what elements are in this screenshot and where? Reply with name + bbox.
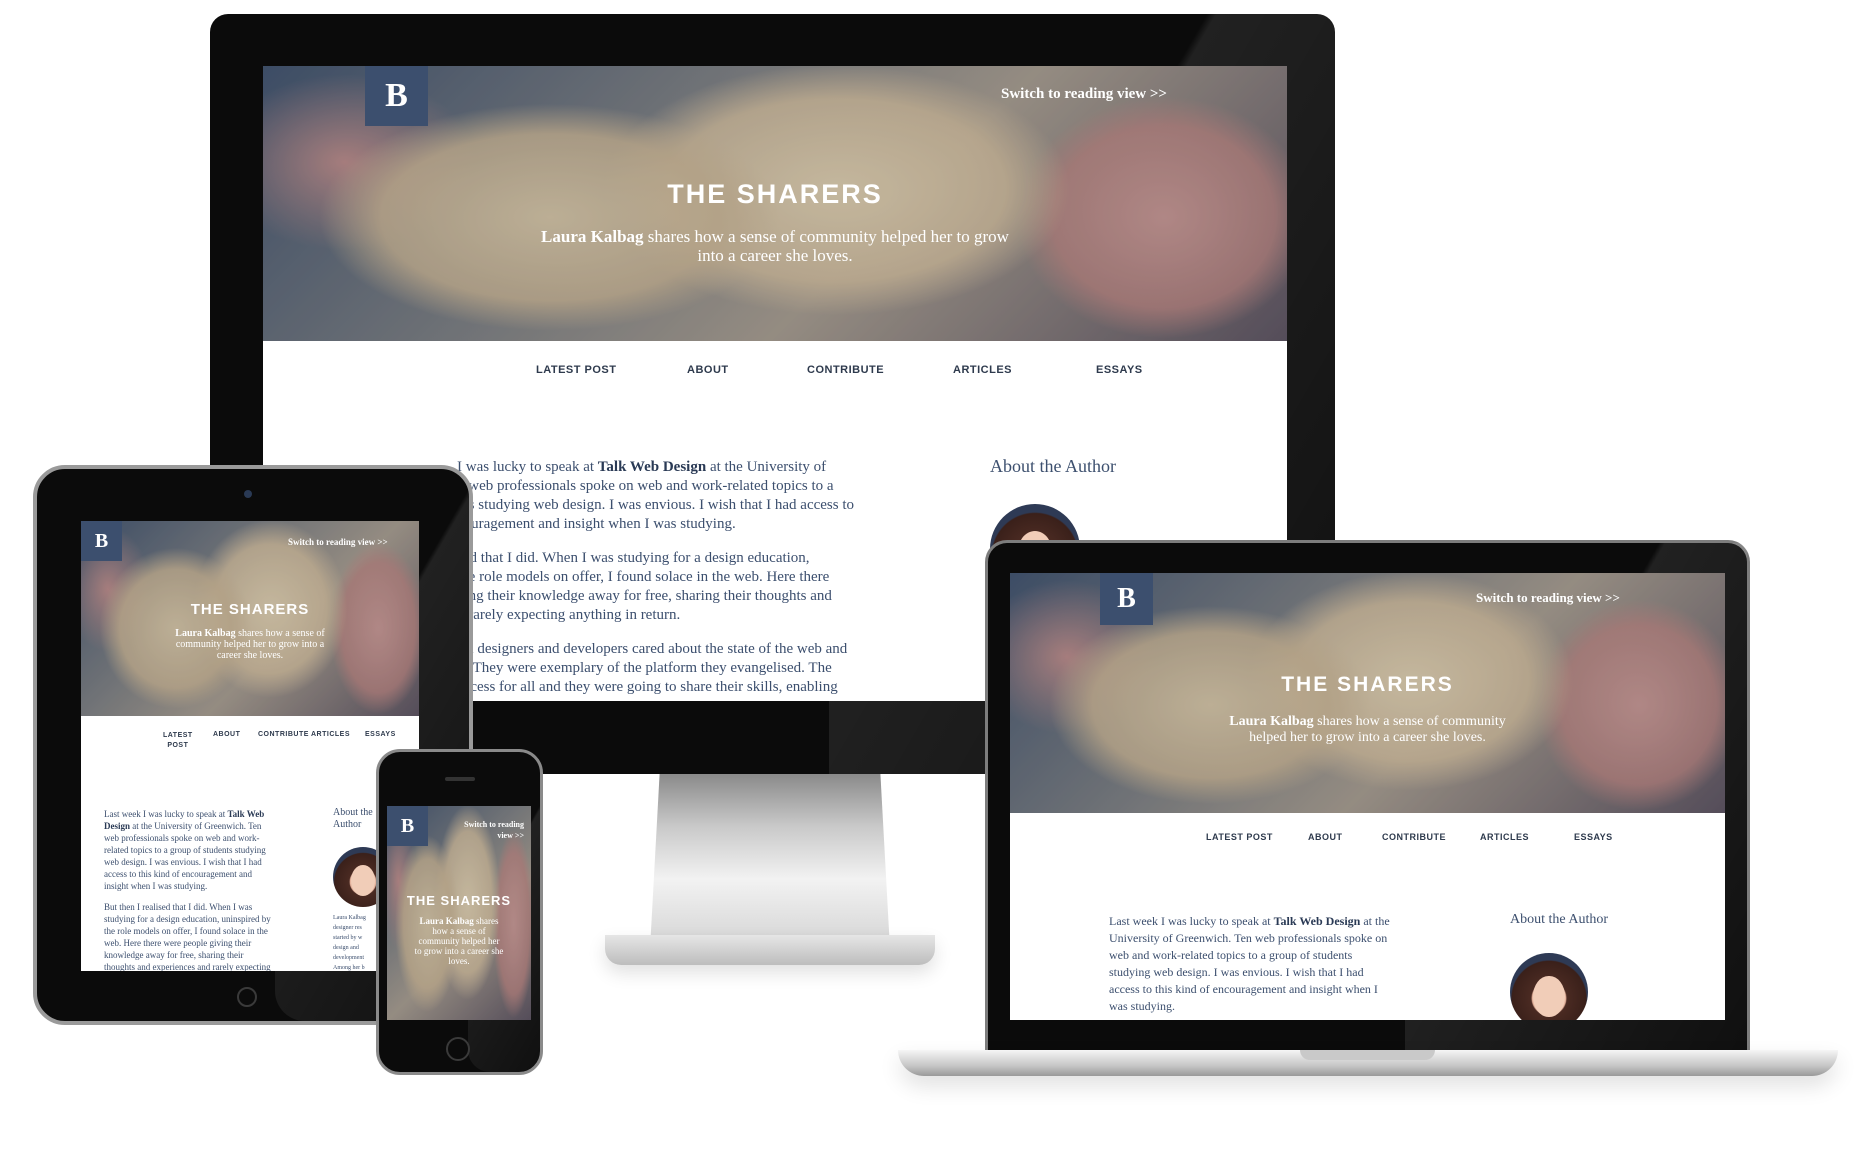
tablet-reading-view[interactable]: Switch to reading view >> — [288, 537, 388, 547]
hero-subtitle: Laura Kalbag shares how a sense of commu… — [541, 227, 1009, 265]
tablet-screen: B Switch to reading view >> THE SHARERS … — [81, 521, 419, 971]
article-line: the role models on offer, I found solace… — [457, 569, 830, 585]
site-logo[interactable]: B — [365, 66, 428, 126]
tablet-nav-essays[interactable]: ESSAYS — [365, 731, 396, 738]
article-line: the role models on offer, I found solace… — [104, 926, 268, 936]
hero-banner: B Switch to reading view >> THE SHARERS … — [263, 66, 1287, 341]
phone-hero: B Switch to reading view >> THE SHARERS L… — [387, 806, 531, 1020]
article-line: related topics to a group of students st… — [104, 845, 266, 855]
article-line — [457, 625, 1057, 640]
imac-stand-neck — [650, 774, 890, 949]
article-line: it. They were exemplary of the platform … — [457, 660, 832, 676]
talk-web-design-link[interactable]: Talk Web Design — [598, 459, 706, 475]
article-line: thoughts and experiences and rarely expe… — [104, 962, 271, 971]
article-line: web professionals spoke on web and work- — [104, 833, 260, 843]
article-line: web and work-related topics to a group o… — [1109, 948, 1353, 962]
article-line: Last week I was lucky to speak at Talk W… — [104, 809, 265, 819]
laptop-nav-about[interactable]: ABOUT — [1308, 832, 1343, 842]
nav-essays[interactable]: ESSAYS — [1096, 364, 1143, 376]
article-line: University of Greenwich. Ten web profess… — [1109, 931, 1388, 945]
article-line: Last week I was lucky to speak at Talk W… — [1109, 914, 1390, 928]
laptop-notch — [1300, 1050, 1435, 1060]
site-title: THE SHARERS — [667, 179, 883, 209]
article-line: couragement and insight when I was study… — [457, 516, 736, 532]
article-line: d rarely expecting anything in return. — [457, 607, 681, 623]
article-line: nts studying web design. I was envious. … — [457, 497, 855, 513]
laptop-about-heading: About the Author — [1510, 912, 1608, 927]
phone-title: THE SHARERS — [406, 893, 512, 908]
laptop-screen: B Switch to reading view >> THE SHARERS … — [1010, 573, 1725, 1020]
nav-about[interactable]: ABOUT — [687, 364, 729, 376]
laptop-nav-contribute[interactable]: CONTRIBUTE — [1382, 832, 1446, 842]
article-line: studying for a design education, uninspi… — [104, 914, 271, 924]
article-line: sed that I did. When I was studying for … — [457, 550, 810, 566]
phone-subtitle: Laura Kalbag shares how a sense of commu… — [414, 916, 504, 966]
laptop-title: THE SHARERS — [1281, 673, 1454, 696]
laptop-avatar — [1510, 953, 1588, 1020]
article-line: ving their knowledge away for free, shar… — [457, 588, 832, 604]
article-line: access to this kind of encouragement and — [104, 869, 252, 879]
article-line: was studying. — [1109, 999, 1175, 1013]
laptop-reading-view[interactable]: Switch to reading view >> — [1476, 590, 1620, 606]
phone-logo[interactable]: B — [387, 806, 428, 846]
nav-articles[interactable]: ARTICLES — [953, 364, 1012, 376]
talk-web-design-link[interactable]: Talk Web — [227, 809, 264, 819]
nav-latest-post[interactable]: LATEST POST — [536, 364, 616, 376]
tablet-nav-latest[interactable]: LATEST POST — [163, 731, 193, 751]
talk-web-design-link[interactable]: Design — [104, 821, 130, 831]
tablet-home-button[interactable] — [237, 987, 257, 1007]
article-line: studying web design. I was envious. I wi… — [1109, 965, 1364, 979]
article-line: I was lucky to speak at Talk Web Design … — [457, 459, 827, 475]
article-line: insight when I was studying. — [104, 881, 208, 891]
tablet-nav-contribute[interactable]: CONTRIBUTE — [258, 731, 309, 738]
laptop-nav-latest-post[interactable]: LATEST POST — [1206, 832, 1273, 842]
imac-stand-base — [605, 935, 935, 965]
article-line: knowledge away for free, sharing their — [104, 950, 244, 960]
laptop-nav-articles[interactable]: ARTICLES — [1480, 832, 1529, 842]
article-line: ful designers and developers cared about… — [457, 641, 848, 657]
tablet-logo[interactable]: B — [81, 521, 122, 561]
article-line: access to this kind of encouragement and… — [1109, 982, 1378, 996]
laptop-article-body: Last week I was lucky to speak at Talk W… — [1109, 913, 1439, 1015]
tablet-hero: B Switch to reading view >> THE SHARERS … — [81, 521, 419, 716]
article-body: I was lucky to speak at Talk Web Design … — [457, 458, 1057, 697]
laptop-subtitle: Laura Kalbag shares how a sense of commu… — [1229, 714, 1506, 745]
article-line — [457, 534, 1057, 549]
article-line: web design. I was envious. I wish that I… — [104, 857, 262, 867]
tablet-title: THE SHARERS — [190, 601, 310, 618]
article-line: access for all and they were going to sh… — [457, 679, 838, 695]
talk-web-design-link[interactable]: Talk Web Design — [1274, 914, 1361, 928]
article-line: Design at the University of Greenwich. T… — [104, 821, 262, 831]
phone-reading-view[interactable]: Switch to reading view >> — [449, 819, 524, 841]
laptop-hero: B Switch to reading view >> THE SHARERS … — [1010, 573, 1725, 813]
tablet-article-body: Last week I was lucky to speak at Talk W… — [104, 808, 294, 971]
laptop-nav-essays[interactable]: ESSAYS — [1574, 832, 1613, 842]
tablet-nav-about[interactable]: ABOUT — [213, 731, 240, 738]
tablet-about-heading: About the Author — [333, 807, 373, 830]
phone-speaker — [445, 777, 475, 781]
tablet-camera — [244, 490, 252, 498]
tablet-subtitle: Laura Kalbag shares how a sense of commu… — [175, 628, 325, 661]
laptop-logo[interactable]: B — [1100, 573, 1153, 625]
phone-home-button[interactable] — [446, 1037, 470, 1061]
reading-view-link[interactable]: Switch to reading view >> — [1001, 86, 1167, 103]
article-line — [104, 892, 294, 901]
article-line: web. Here there were people giving their — [104, 938, 252, 948]
article-line: n web professionals spoke on web and wor… — [457, 478, 834, 494]
about-author-heading: About the Author — [990, 456, 1116, 476]
article-line: But then I realised that I did. When I w… — [104, 902, 253, 912]
phone-screen: B Switch to reading view >> THE SHARERS L… — [387, 806, 531, 1020]
nav-contribute[interactable]: CONTRIBUTE — [807, 364, 884, 376]
tablet-nav-articles[interactable]: ARTICLES — [311, 731, 350, 738]
